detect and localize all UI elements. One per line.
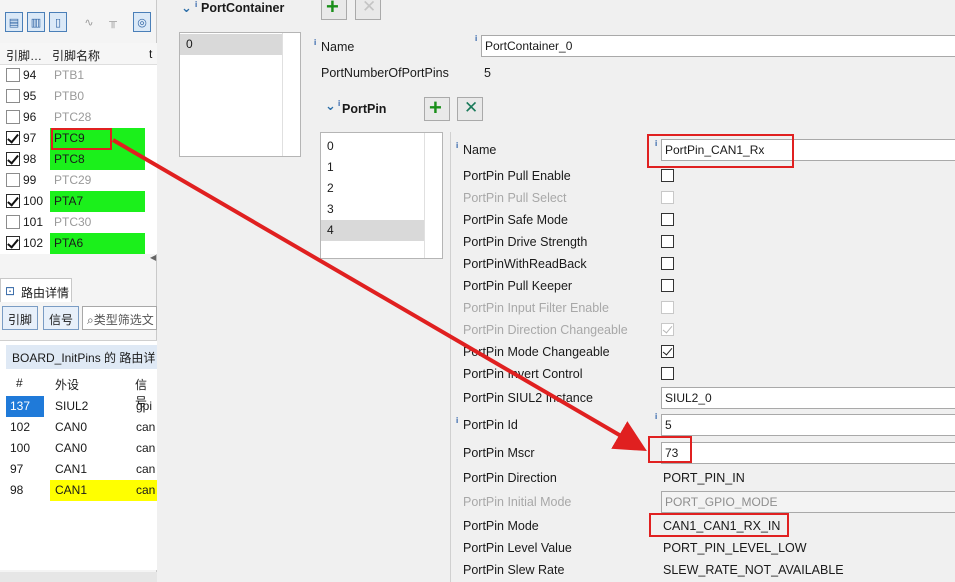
highlight-box-name [647,134,794,168]
highlight-box-mode [649,513,789,537]
annotation-overlay [51,128,794,537]
highlight-box-mscr [648,436,692,463]
annotation-arrow [111,138,647,452]
highlight-box-ptc9 [51,128,112,150]
